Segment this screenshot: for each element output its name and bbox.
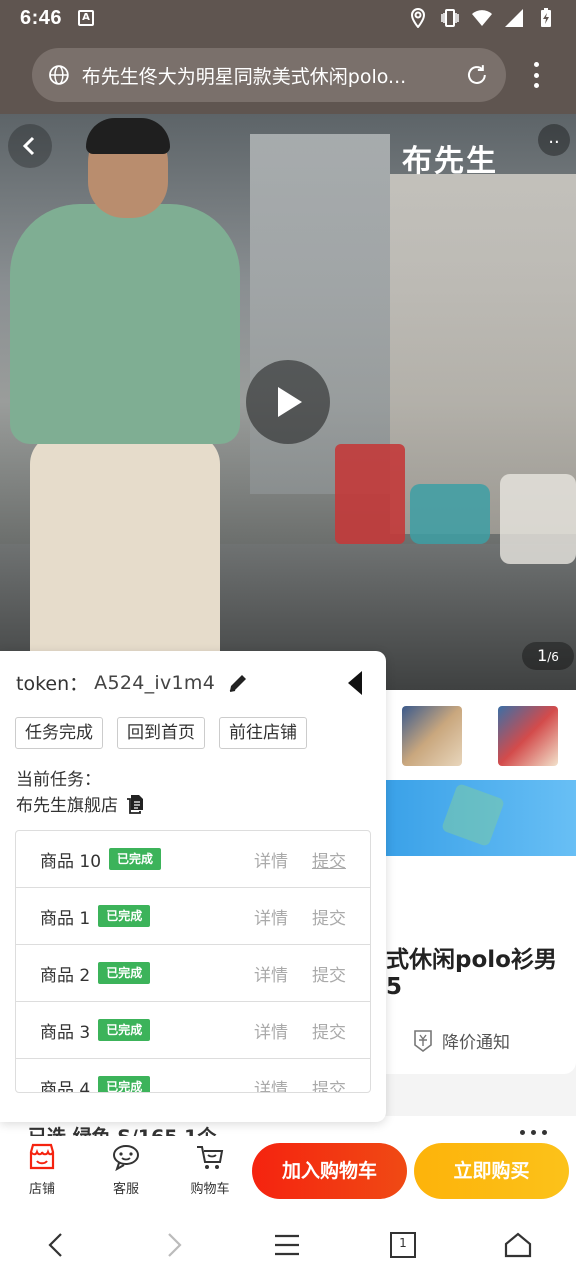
service-tab[interactable]: 客服 [96, 1142, 156, 1197]
status-bar: 6:46 A [0, 0, 576, 36]
status-badge: 已完成 [98, 1076, 151, 1092]
status-badge: 已完成 [98, 962, 151, 984]
nav-menu-icon[interactable] [272, 1230, 302, 1260]
tabs-count: 1 [399, 1236, 407, 1250]
url-text: 布先生佟大为明星同款美式休闲polo... [81, 65, 407, 88]
submit-link[interactable]: 提交 [312, 1018, 346, 1043]
price-tag-icon [414, 1029, 432, 1052]
sku-thumb[interactable] [402, 706, 462, 766]
vibrate-icon [441, 9, 459, 27]
customer-service-icon [113, 1145, 139, 1172]
shop-tab[interactable]: 店铺 [12, 1142, 72, 1197]
nav-back-icon[interactable] [42, 1230, 72, 1260]
submit-link[interactable]: 提交 [312, 1075, 346, 1093]
task-item-name: 商品 1 [40, 908, 91, 929]
signal-icon [505, 9, 523, 27]
globe-icon [49, 65, 69, 85]
collapse-panel-icon[interactable] [346, 669, 364, 697]
task-row: 商品 1 已完成 详情 提交 [16, 888, 370, 945]
copy-icon[interactable] [126, 794, 144, 814]
brand-watermark: 布先生 [402, 144, 498, 179]
status-badge: 已完成 [98, 1019, 151, 1041]
detail-link[interactable]: 详情 [254, 1075, 288, 1093]
more-button[interactable]: .. [538, 124, 570, 156]
token-value: A524_iv1m4 [94, 671, 216, 694]
battery-charging-icon [541, 8, 551, 27]
address-bar[interactable]: 布先生佟大为明星同款美式休闲polo... [32, 48, 506, 102]
detail-link[interactable]: 详情 [254, 847, 288, 872]
browser-menu-icon[interactable] [528, 62, 544, 88]
detail-link[interactable]: 详情 [254, 1018, 288, 1043]
task-panel: token： A524_iv1m4 任务完成 回到首页 前往店铺 当前任务： 布… [0, 651, 386, 1122]
a-notification-icon: A [78, 10, 95, 26]
image-counter: 1/6 [522, 642, 574, 670]
location-icon [410, 8, 426, 28]
task-item-name: 商品 3 [40, 1022, 91, 1043]
more-dots-icon[interactable] [520, 1130, 547, 1135]
buy-now-button[interactable]: 立即购买 [414, 1143, 569, 1199]
product-title-card: 式休闲polo衫男 5 降价通知 [386, 856, 576, 1074]
nav-tabs-button[interactable]: 1 [388, 1230, 418, 1260]
wifi-icon [472, 10, 492, 26]
submit-link[interactable]: 提交 [312, 847, 346, 872]
play-icon [278, 387, 302, 417]
status-badge: 已完成 [109, 848, 162, 870]
go-to-shop-button[interactable]: 前往店铺 [219, 717, 307, 749]
product-title-line2: 5 [386, 974, 403, 1000]
add-to-cart-button[interactable]: 加入购物车 [252, 1143, 407, 1199]
task-row: 商品 10 已完成 详情 提交 [16, 831, 370, 888]
status-badge: 已完成 [98, 905, 151, 927]
sku-thumbnails [386, 690, 576, 782]
task-item-name: 商品 4 [40, 1079, 91, 1093]
edit-pencil-icon[interactable] [227, 672, 249, 694]
task-complete-button[interactable]: 任务完成 [15, 717, 103, 749]
reload-icon[interactable] [464, 62, 490, 88]
nav-forward-icon[interactable] [158, 1230, 188, 1260]
cart-tab[interactable]: 购物车 [180, 1142, 240, 1197]
bottom-action-bar: 店铺 客服 购物车 加入购物车 立即购买 [0, 1136, 576, 1208]
shop-icon [29, 1143, 55, 1170]
chevron-left-icon [22, 136, 35, 156]
task-actions: 任务完成 回到首页 前往店铺 [15, 717, 307, 749]
task-row: 商品 3 已完成 详情 提交 [16, 1002, 370, 1059]
task-list: 商品 10 已完成 详情 提交 商品 1 已完成 详情 提交 商品 2 已完成 … [15, 830, 371, 1093]
product-title: 式休闲polo衫男 [386, 947, 557, 973]
promo-banner[interactable] [386, 780, 576, 856]
product-hero-image[interactable]: 布先生 .. 1/6 [0, 114, 576, 690]
task-item-name: 商品 2 [40, 965, 91, 986]
submit-link[interactable]: 提交 [312, 961, 346, 986]
play-video-button[interactable] [246, 360, 330, 444]
service-label: 客服 [112, 1182, 139, 1197]
token-row: token： A524_iv1m4 [16, 669, 249, 696]
back-button[interactable] [8, 124, 52, 168]
task-shop-name: 布先生旗舰店 [16, 796, 118, 816]
selected-sku-text: 已选 绿色 S/165 1个 [28, 1122, 216, 1136]
cart-icon [197, 1146, 224, 1169]
price-notify-button[interactable]: 降价通知 [412, 1028, 510, 1053]
sku-thumb[interactable] [498, 706, 558, 766]
clock: 6:46 [20, 6, 63, 29]
cart-label: 购物车 [190, 1182, 230, 1197]
detail-link[interactable]: 详情 [254, 961, 288, 986]
submit-link[interactable]: 提交 [312, 904, 346, 929]
back-home-button[interactable]: 回到首页 [117, 717, 205, 749]
browser-nav-bar: 1 [0, 1208, 576, 1280]
token-label: token： [16, 673, 89, 695]
shop-label: 店铺 [28, 1182, 55, 1197]
task-row: 商品 2 已完成 详情 提交 [16, 945, 370, 1002]
detail-link[interactable]: 详情 [254, 904, 288, 929]
browser-toolbar: 布先生佟大为明星同款美式休闲polo... [0, 36, 576, 114]
current-task-shop: 布先生旗舰店 [16, 791, 144, 816]
task-row: 商品 4 已完成 详情 提交 [16, 1059, 370, 1093]
price-notify-label: 降价通知 [442, 1033, 510, 1053]
current-task-label: 当前任务： [16, 770, 101, 790]
task-item-name: 商品 10 [40, 851, 102, 872]
nav-home-icon[interactable] [503, 1230, 533, 1260]
